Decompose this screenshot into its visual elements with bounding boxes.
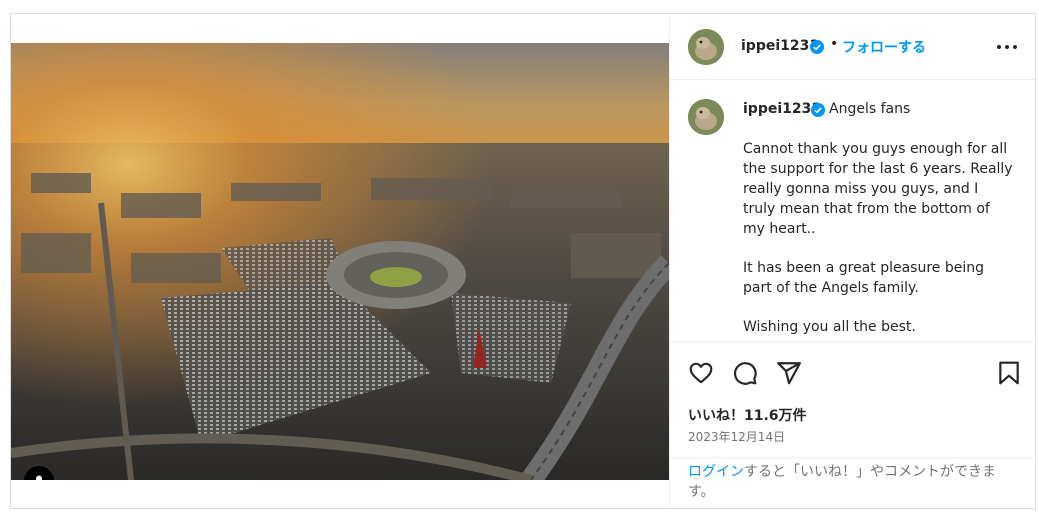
avatar-dog-image <box>688 99 724 135</box>
caption-first-line: Angels fans <box>829 101 911 117</box>
post-header: ippei1231 • フォローする <box>670 14 1035 80</box>
caption-paragraph: Wishing you all the best. <box>743 319 916 335</box>
post-sidebar: ippei1231 • フォローする ippei1231 Angels fans… <box>669 14 1035 508</box>
like-count[interactable]: いいね！11.6万件 <box>688 405 807 425</box>
bookmark-icon[interactable] <box>996 360 1022 386</box>
caption-area: ippei1231 Angels fans Cannot thank you g… <box>670 80 1035 342</box>
login-link[interactable]: ログイン <box>688 464 744 480</box>
caption-paragraph: Cannot thank you guys enough for all the… <box>743 141 1013 237</box>
separator-dot: • <box>830 36 839 52</box>
comment-icon[interactable] <box>732 360 758 386</box>
caption-paragraph: It has been a great pleasure being part … <box>743 260 984 296</box>
username-link[interactable]: ippei1231 <box>741 38 819 54</box>
avatar-dog-image <box>688 29 724 65</box>
heart-icon[interactable] <box>688 360 714 386</box>
stadium-aerial-photo <box>11 43 669 480</box>
verified-badge-icon <box>811 103 825 117</box>
post-media <box>11 14 669 508</box>
post-photo[interactable] <box>11 43 669 480</box>
post-date[interactable]: 2023年12月14日 <box>688 428 785 445</box>
avatar[interactable] <box>688 99 724 135</box>
caption-username-link[interactable]: ippei1231 <box>743 101 821 117</box>
person-icon <box>36 475 42 480</box>
instagram-post-embed: ippei1231 • フォローする ippei1231 Angels fans… <box>10 13 1036 509</box>
login-prompt: ログインすると「いいね！」やコメントができます。 <box>670 457 1035 508</box>
verified-badge-icon <box>810 40 824 54</box>
more-options-icon[interactable] <box>995 38 1019 56</box>
follow-button[interactable]: フォローする <box>842 37 926 57</box>
share-icon[interactable] <box>776 360 802 386</box>
avatar[interactable] <box>688 29 724 65</box>
